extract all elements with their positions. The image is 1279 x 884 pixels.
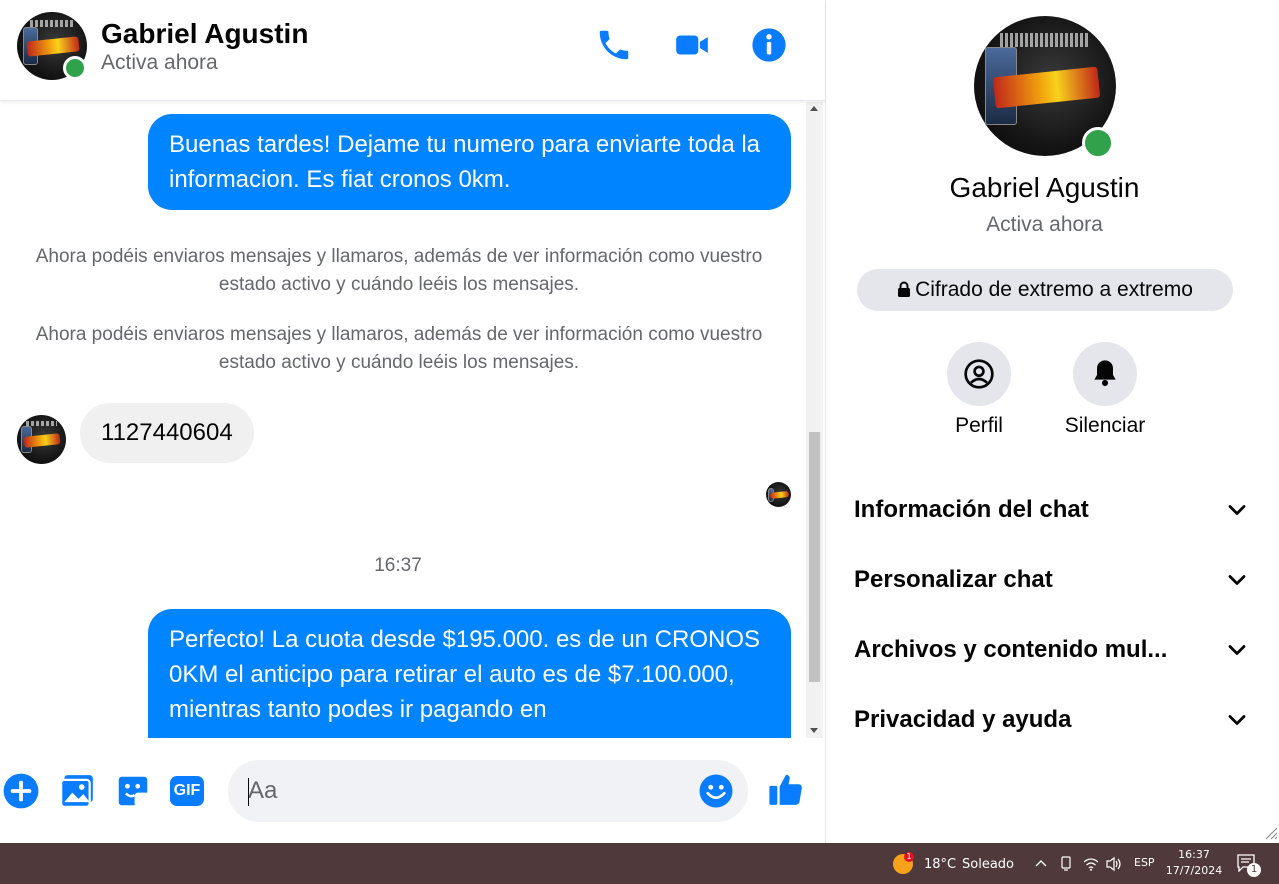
clock-date: 17/7/2024 — [1165, 864, 1223, 877]
plus-circle-icon[interactable] — [2, 772, 40, 810]
info-contact-status: Activa ahora — [986, 213, 1103, 236]
sticker-icon[interactable] — [114, 772, 152, 810]
lock-icon — [898, 281, 911, 297]
thumbs-up-icon[interactable] — [767, 770, 805, 808]
contact-status: Activa ahora — [101, 51, 218, 74]
info-contact-name: Gabriel Agustin — [949, 172, 1140, 203]
info-icon[interactable] — [750, 26, 788, 64]
bell-icon — [1094, 360, 1116, 387]
windows-taskbar: 1 18°C Soleado ESP 16:37 17/7/2024 1 — [0, 843, 1279, 884]
weather-temp: 18°C — [924, 857, 957, 872]
profile-button[interactable] — [947, 342, 1011, 406]
scroll-up-arrow[interactable] — [810, 106, 818, 111]
message-input[interactable] — [248, 760, 688, 822]
notification-count: 1 — [1247, 863, 1261, 877]
section-label: Información del chat — [854, 496, 1089, 523]
composer-bar: GIF — [0, 738, 825, 843]
device-icon[interactable] — [1059, 856, 1073, 872]
section-label: Personalizar chat — [854, 566, 1053, 593]
sender-avatar[interactable] — [17, 415, 66, 464]
message-list[interactable]: Buenas tardes! Dejame tu numero para env… — [0, 102, 806, 738]
chevron-up-icon[interactable] — [1035, 858, 1047, 868]
language-indicator[interactable]: ESP — [1134, 856, 1155, 869]
phone-icon[interactable] — [595, 26, 633, 64]
section-media-files[interactable]: Archivos y contenido mul... — [854, 630, 1249, 670]
gif-button[interactable]: GIF — [170, 776, 204, 806]
incoming-message[interactable]: 1127440604 — [80, 403, 254, 463]
mute-button[interactable] — [1073, 342, 1137, 406]
online-indicator — [1082, 127, 1114, 159]
chevron-down-icon — [1228, 505, 1246, 515]
wifi-icon[interactable] — [1083, 857, 1099, 871]
clock[interactable]: 16:37 17/7/2024 — [1163, 847, 1225, 881]
encryption-badge[interactable]: Cifrado de extremo a extremo — [857, 269, 1233, 311]
chat-column: Gabriel Agustin Activa ahora Buenas tard… — [0, 0, 825, 843]
message-input-wrapper[interactable] — [228, 760, 748, 822]
weather-desc: Soleado — [962, 857, 1014, 872]
message-scrollbar[interactable] — [806, 102, 823, 738]
text-caret — [248, 778, 249, 806]
online-indicator — [63, 56, 87, 80]
scroll-thumb[interactable] — [809, 432, 820, 682]
section-privacy-help[interactable]: Privacidad y ayuda — [854, 700, 1249, 740]
system-notice: Ahora podéis enviaros mensajes y llamaro… — [35, 324, 763, 373]
section-label: Archivos y contenido mul... — [854, 636, 1168, 663]
scroll-down-arrow[interactable] — [810, 728, 818, 733]
chevron-down-icon — [1228, 715, 1246, 725]
chevron-down-icon — [1228, 575, 1246, 585]
read-receipt-avatar — [766, 482, 791, 507]
notification-center[interactable]: 1 — [1237, 854, 1261, 877]
chat-header: Gabriel Agustin Activa ahora — [0, 0, 825, 101]
system-notice: Ahora podéis enviaros mensajes y llamaro… — [35, 246, 763, 295]
resize-grip-icon[interactable] — [1264, 826, 1278, 840]
section-customize-chat[interactable]: Personalizar chat — [854, 560, 1249, 600]
mute-label[interactable]: Silenciar — [1035, 414, 1175, 438]
outgoing-message[interactable]: Perfecto! La cuota desde $195.000. es de… — [148, 609, 791, 738]
timestamp-separator: 16:37 — [374, 555, 422, 576]
weather-badge: 1 — [904, 852, 914, 862]
outgoing-message[interactable]: Buenas tardes! Dejame tu numero para env… — [148, 114, 791, 210]
profile-label[interactable]: Perfil — [909, 414, 1049, 438]
clock-time: 16:37 — [1178, 848, 1210, 861]
encryption-label: Cifrado de extremo a extremo — [915, 278, 1193, 301]
profile-icon — [964, 359, 994, 389]
info-panel: Gabriel Agustin Activa ahora Cifrado de … — [825, 0, 1279, 843]
section-label: Privacidad y ayuda — [854, 706, 1072, 733]
section-chat-info[interactable]: Información del chat — [854, 490, 1249, 530]
video-camera-icon[interactable] — [673, 26, 711, 64]
contact-name[interactable]: Gabriel Agustin — [101, 18, 308, 50]
volume-icon[interactable] — [1105, 856, 1123, 872]
weather-widget[interactable]: 1 18°C Soleado — [893, 852, 1023, 876]
emoji-icon[interactable] — [698, 773, 734, 809]
gallery-icon[interactable] — [58, 772, 96, 810]
chevron-down-icon — [1228, 645, 1246, 655]
